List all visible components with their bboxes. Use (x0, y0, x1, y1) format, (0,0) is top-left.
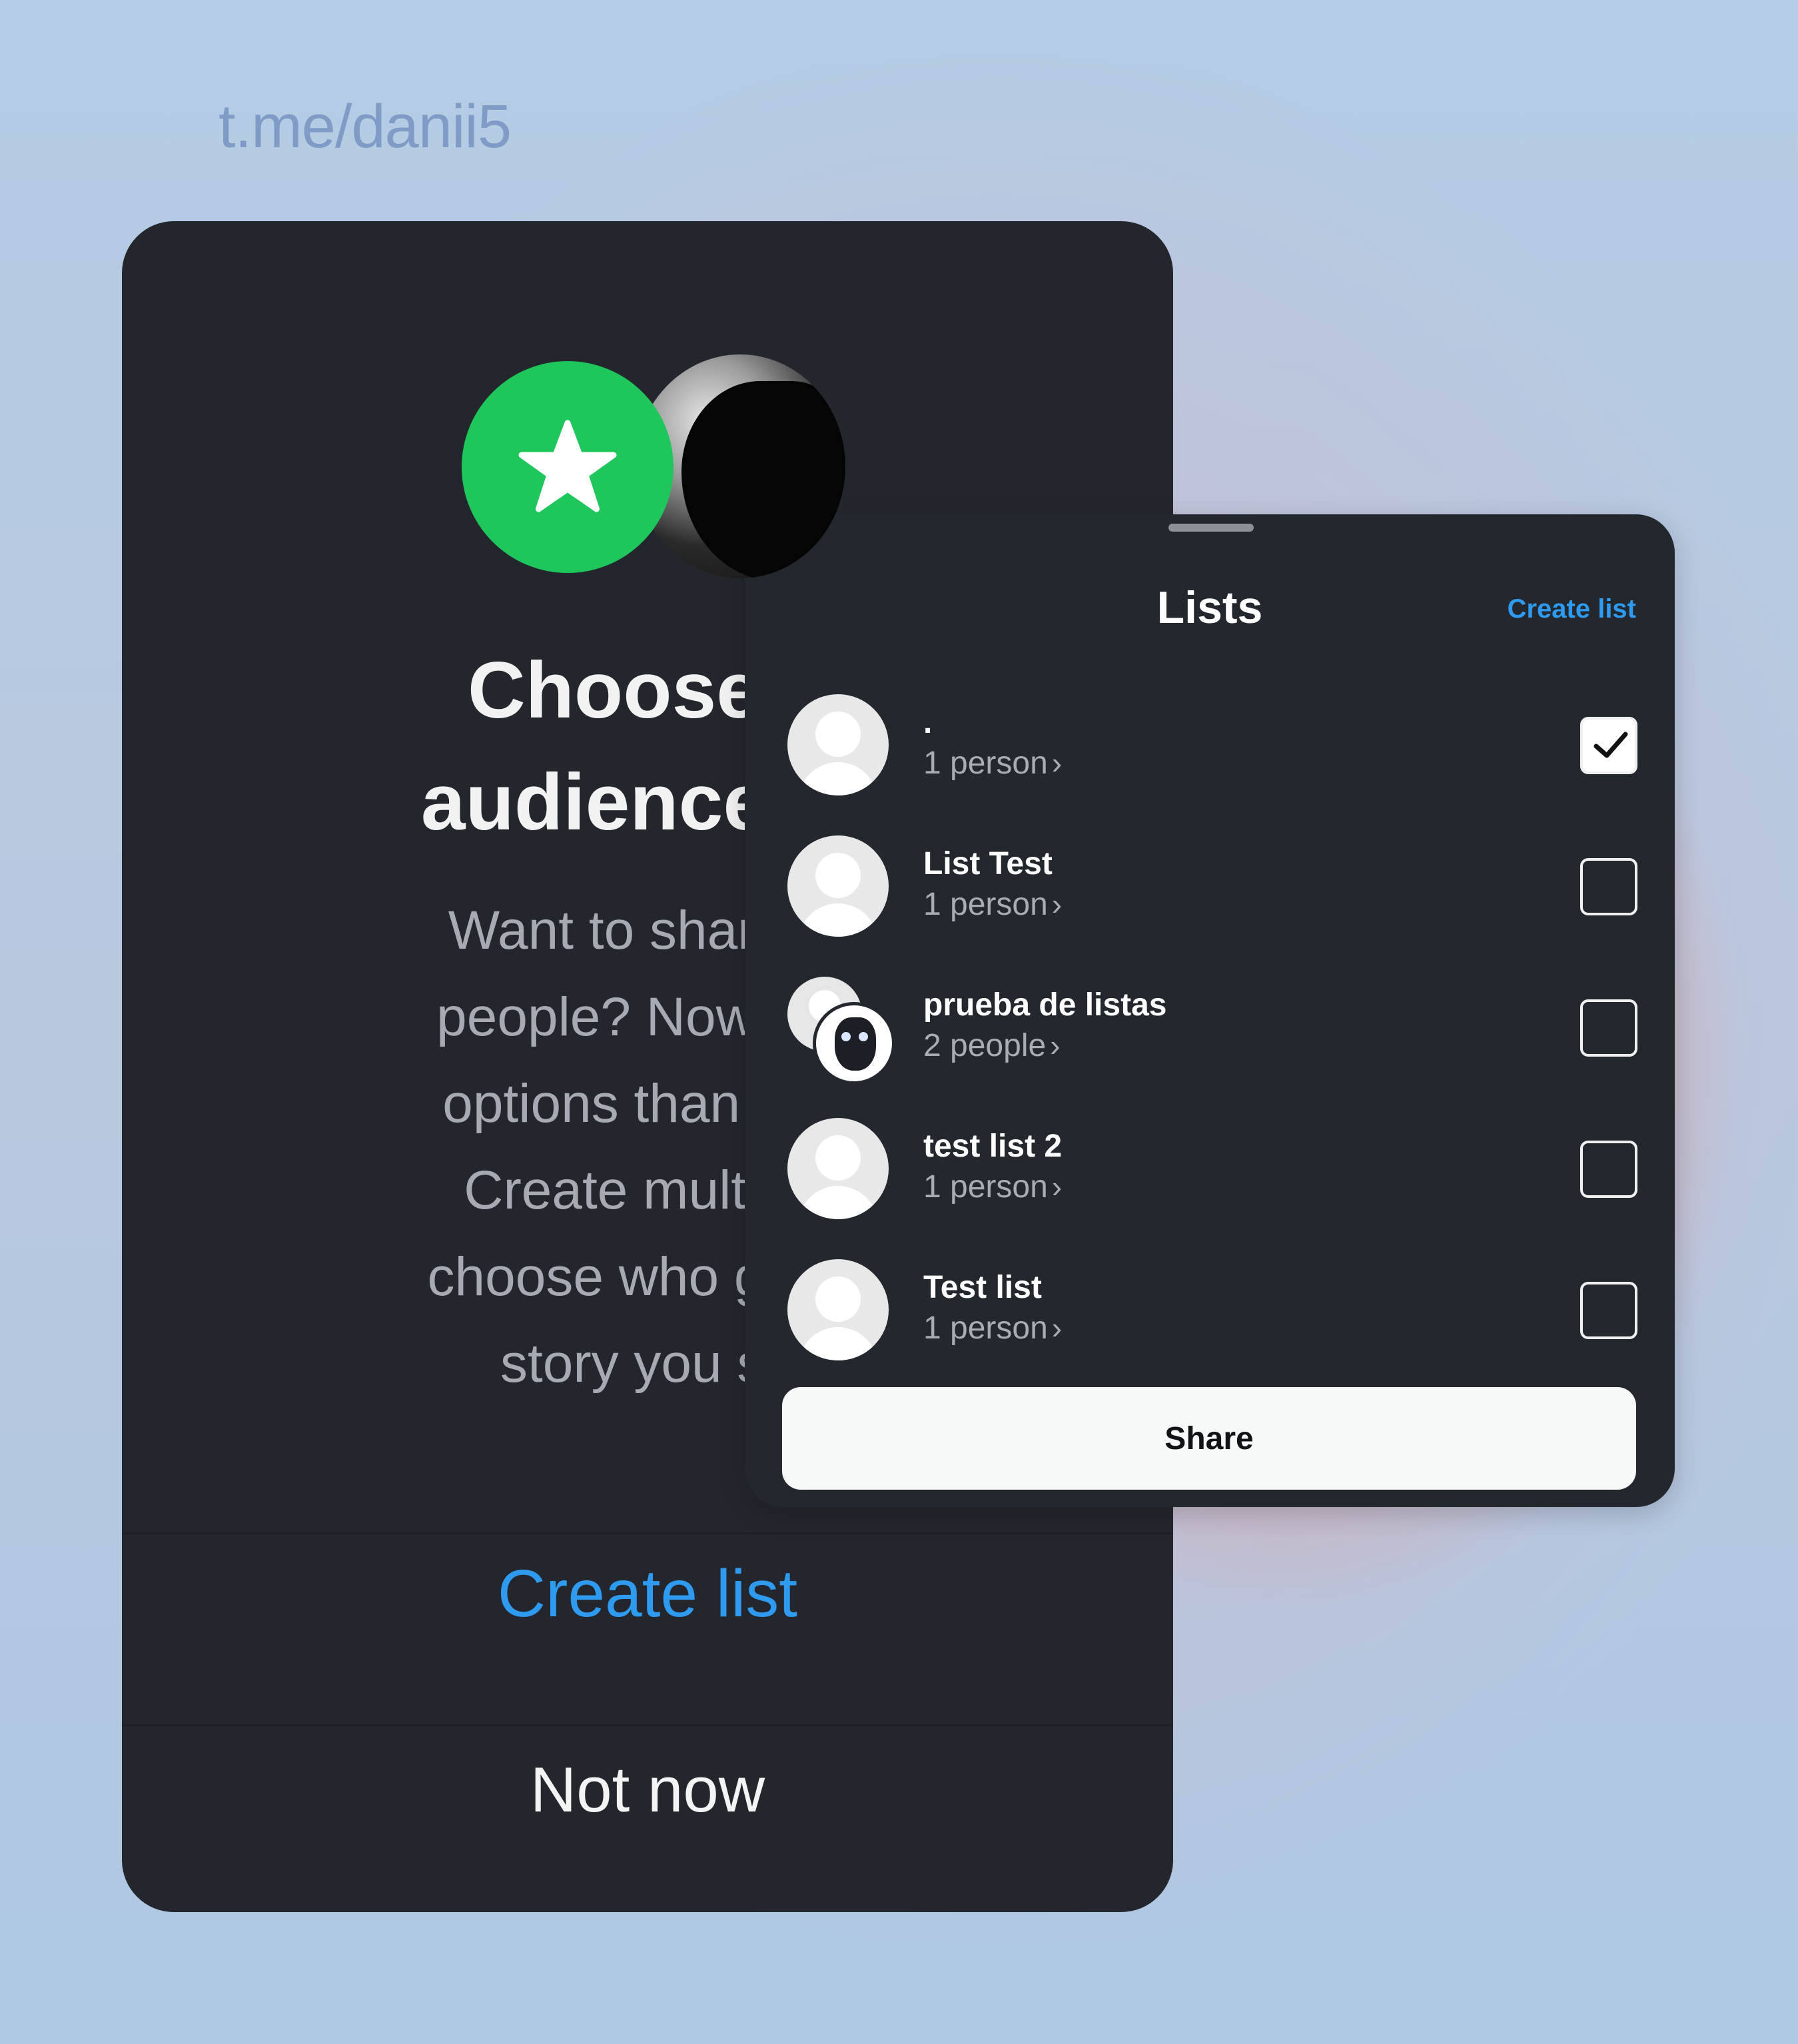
list-checkbox[interactable] (1580, 1282, 1637, 1339)
list-member-count[interactable]: 2 people › (923, 1026, 1061, 1065)
list-name: List Test (923, 846, 1053, 881)
list-member-count[interactable]: 1 person › (923, 744, 1062, 783)
list-checkbox[interactable] (1580, 858, 1637, 915)
share-button[interactable]: Share (782, 1387, 1636, 1490)
watermark-text: t.me/danii5 (219, 93, 512, 161)
count-text: 1 person (923, 1169, 1048, 1205)
list-checkbox[interactable] (1580, 717, 1637, 774)
list-item[interactable]: . 1 person › (745, 674, 1675, 815)
count-text: 1 person (923, 1310, 1048, 1346)
checkmark-icon (1593, 732, 1628, 758)
lists-sheet: Lists Create list . 1 person › List Test … (745, 514, 1675, 1507)
default-avatar-icon (787, 694, 889, 795)
chevron-right-icon: › (1050, 1028, 1061, 1063)
count-text: 1 person (923, 746, 1048, 781)
default-avatar-icon (787, 1259, 889, 1360)
list-member-count[interactable]: 1 person › (923, 1308, 1062, 1348)
list-checkbox[interactable] (1580, 1141, 1637, 1198)
list-name: . (923, 705, 933, 740)
list-name: prueba de listas (923, 987, 1167, 1023)
star-badge (462, 361, 674, 573)
list-member-count[interactable]: 1 person › (923, 1167, 1062, 1207)
list-item[interactable]: List Test 1 person › (745, 815, 1675, 957)
group-avatar-icon (787, 977, 895, 1086)
chevron-right-icon: › (1051, 1310, 1063, 1345)
chevron-right-icon: › (1051, 887, 1063, 921)
default-avatar-icon (787, 1118, 889, 1219)
list-item[interactable]: Test list 1 person › (745, 1239, 1675, 1380)
divider (122, 1532, 1173, 1534)
star-icon (518, 420, 617, 512)
list-item[interactable]: prueba de listas 2 people › (745, 957, 1675, 1098)
count-text: 2 people (923, 1028, 1047, 1063)
count-text: 1 person (923, 887, 1048, 922)
list-name: Test list (923, 1270, 1042, 1305)
create-list-button[interactable]: Create list (122, 1554, 1173, 1634)
list-checkbox[interactable] (1580, 999, 1637, 1057)
chevron-right-icon: › (1051, 746, 1063, 780)
not-now-button[interactable]: Not now (122, 1750, 1173, 1830)
lists: . 1 person › List Test 1 person › prueba d… (745, 674, 1675, 1380)
list-item[interactable]: test list 2 1 person › (745, 1098, 1675, 1239)
create-list-link[interactable]: Create list (1508, 590, 1636, 628)
divider (122, 1724, 1173, 1726)
sheet-grabber[interactable] (1168, 524, 1254, 532)
default-avatar-icon (787, 835, 889, 937)
list-name: test list 2 (923, 1129, 1063, 1164)
list-member-count[interactable]: 1 person › (923, 885, 1062, 924)
chevron-right-icon: › (1051, 1169, 1063, 1204)
